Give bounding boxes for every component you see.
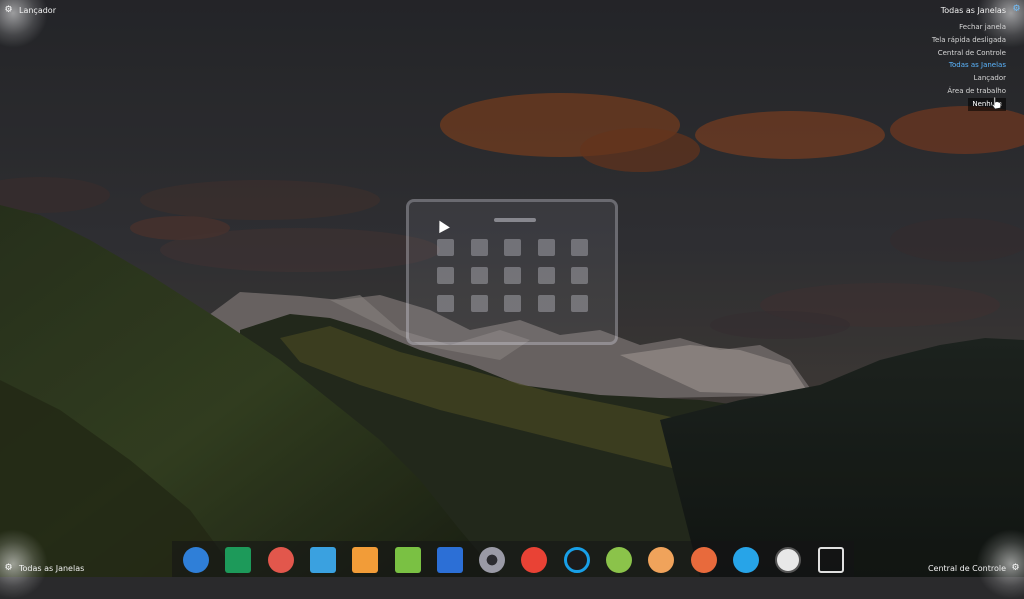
menu-item-quick-screen[interactable]: Tela rápida desligada <box>932 34 1006 47</box>
archive-icon[interactable] <box>352 547 379 573</box>
launcher-grid-cell <box>571 239 588 256</box>
eject-icon[interactable] <box>690 547 717 573</box>
trash-icon[interactable] <box>817 547 844 573</box>
launcher-grid-cell <box>504 267 521 284</box>
settings-gear-icon[interactable] <box>479 547 506 573</box>
launcher-grid-cell <box>437 295 454 312</box>
app-launcher-icon[interactable] <box>183 547 209 573</box>
gear-icon[interactable]: ⚙ <box>1011 564 1020 573</box>
wifi-icon[interactable] <box>732 547 759 573</box>
gear-icon[interactable]: ⚙ <box>4 6 13 15</box>
launcher-grid-cell <box>537 239 555 256</box>
clock-icon[interactable] <box>775 547 802 573</box>
hand-cursor-icon <box>991 96 1002 110</box>
launcher-grid-cell <box>537 267 555 284</box>
launcher-grid-cell <box>470 295 488 312</box>
file-manager-icon[interactable] <box>309 547 336 573</box>
menu-item-close-window[interactable]: Fechar janela <box>932 21 1006 34</box>
launcher-grid-cell <box>504 295 521 312</box>
launcher-grid-cell <box>470 239 488 256</box>
screenshot-icon[interactable] <box>267 547 294 573</box>
launcher-grid-cell <box>437 239 454 256</box>
launcher-grid-cell <box>470 267 488 284</box>
corner-label-bottom-left: Todas as Janelas <box>19 564 85 573</box>
screen-recorder-icon[interactable] <box>563 547 590 573</box>
android-icon[interactable] <box>606 547 632 573</box>
gear-icon[interactable]: ⚙ <box>1012 5 1021 14</box>
corner-label-top-right: Todas as Janelas <box>940 6 1006 15</box>
launcher-grid-cell <box>504 239 521 256</box>
launcher-bar <box>494 218 536 222</box>
menu-item-all-windows[interactable]: Todas as Janelas <box>932 59 1006 72</box>
gear-icon[interactable]: ⚙ <box>4 564 13 573</box>
music-player-icon[interactable] <box>394 547 421 573</box>
corner-label-top-left: Lançador <box>19 6 56 15</box>
menu-item-control-center[interactable]: Central de Controle <box>932 47 1006 60</box>
menu-item-launcher[interactable]: Lançador <box>932 72 1006 85</box>
terminal-icon[interactable] <box>225 547 252 573</box>
launcher-grid-cell <box>437 267 454 284</box>
launcher-grid-cell <box>571 267 588 284</box>
launcher-grid-cell <box>537 295 555 312</box>
launcher-grid-cell <box>571 295 588 312</box>
corner-label-bottom-right: Central de Controle <box>927 564 1006 573</box>
video-player-icon[interactable] <box>436 547 463 573</box>
